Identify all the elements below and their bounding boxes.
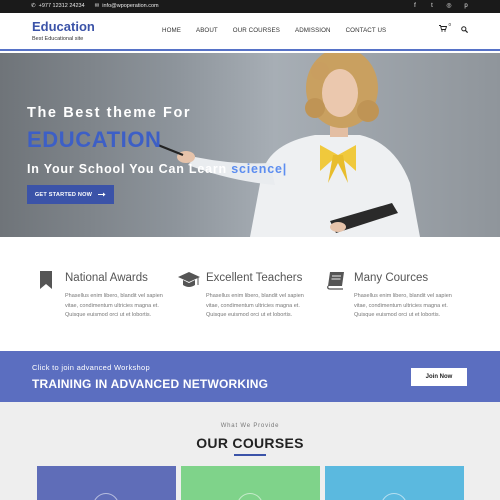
join-now-button[interactable]: Join Now [411, 368, 467, 386]
get-started-button[interactable]: GET STARTED NOW [27, 185, 114, 204]
nav-home[interactable]: HOME [162, 27, 181, 34]
course-card[interactable] [181, 466, 320, 500]
workshop-banner: Click to join advanced Workshop TRAINING… [0, 351, 500, 402]
nav-about[interactable]: ABOUT [196, 27, 218, 34]
phone-item: ✆ +977 12312 24234 [31, 3, 85, 9]
features-section: National Awards Phasellus enim libero, b… [0, 237, 500, 351]
feature-text: Phasellus enim libero, blandit vel sapie… [206, 293, 304, 318]
course-card-icon-ring [381, 493, 407, 500]
feature-text: Phasellus enim libero, blandit vel sapie… [354, 293, 452, 318]
bookmark-icon [40, 271, 52, 289]
hero-subline-text: In Your School You Can Learn [27, 162, 227, 176]
social-links: f t ◎ p [411, 2, 470, 11]
courses-section: What We Provide OUR COURSES [0, 402, 500, 500]
graduation-cap-icon [178, 272, 200, 287]
arrow-right-icon [98, 192, 106, 197]
feature-title: National Awards [65, 272, 148, 284]
search-icon[interactable] [461, 26, 468, 33]
nav-contact-us[interactable]: CONTACT US [346, 27, 387, 34]
cart-count: 0 [448, 22, 451, 27]
email-address[interactable]: info@wpoperation.com [102, 3, 158, 9]
feature-title: Many Cources [354, 272, 429, 284]
header-icons: 0 [439, 22, 468, 34]
envelope-icon: ✉ [94, 3, 100, 9]
hero-title: EDUCATION [27, 127, 162, 152]
phone-icon: ✆ [31, 3, 36, 9]
hero-subline: In Your School You Can Learn science| [27, 162, 287, 176]
workshop-subtitle: Click to join advanced Workshop [32, 363, 150, 372]
site-header: Education Best Educational site HOME ABO… [0, 13, 500, 51]
nav-admission[interactable]: ADMISSION [295, 27, 331, 34]
main-nav: HOME ABOUT OUR COURSES ADMISSION CONTACT… [162, 27, 386, 34]
nav-our-courses[interactable]: OUR COURSES [233, 27, 280, 34]
course-card[interactable] [325, 466, 464, 500]
twitter-icon[interactable]: t [428, 2, 436, 11]
top-bar: ✆ +977 12312 24234 ✉ info@wpoperation.co… [0, 0, 500, 13]
book-icon [327, 272, 344, 290]
feature-title: Excellent Teachers [206, 272, 303, 284]
phone-number: +977 12312 24234 [38, 3, 85, 9]
brand-name[interactable]: Education [32, 19, 95, 34]
email-item[interactable]: ✉ info@wpoperation.com [95, 3, 159, 9]
hero-typed-word: science| [231, 162, 288, 176]
course-card-icon-ring [93, 493, 119, 500]
brand-tagline: Best Educational site [32, 36, 84, 42]
contact-info: ✆ +977 12312 24234 ✉ info@wpoperation.co… [31, 3, 159, 9]
feature-text: Phasellus enim libero, blandit vel sapie… [65, 293, 163, 318]
instagram-icon[interactable]: ◎ [445, 2, 453, 11]
cart-button[interactable]: 0 [439, 22, 451, 34]
pinterest-icon[interactable]: p [462, 2, 470, 11]
facebook-icon[interactable]: f [411, 2, 419, 11]
course-card[interactable] [37, 466, 176, 500]
cart-icon [439, 25, 448, 32]
course-card-icon-ring [237, 493, 263, 500]
workshop-title: TRAINING IN ADVANCED NETWORKING [32, 377, 269, 391]
brand[interactable]: Education Best Educational site [32, 19, 95, 42]
hero-banner: The Best theme For EDUCATION In Your Sch… [0, 53, 500, 237]
courses-title: OUR COURSES [196, 435, 304, 451]
get-started-label: GET STARTED NOW [34, 191, 93, 198]
hero-headline: The Best theme For [27, 105, 192, 121]
courses-pretitle: What We Provide [220, 423, 280, 429]
title-underline [234, 454, 266, 456]
